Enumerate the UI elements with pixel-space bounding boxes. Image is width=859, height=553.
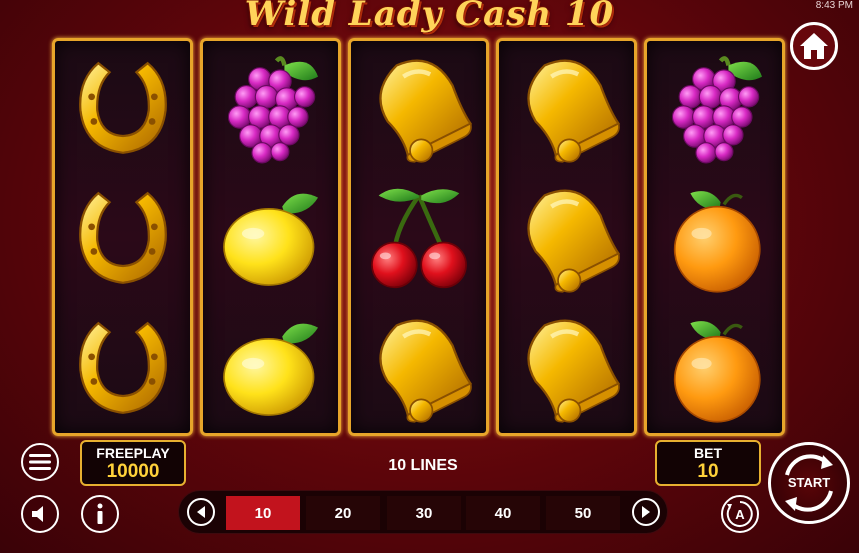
line-option-20[interactable]: 20 — [306, 496, 380, 530]
horseshoe-icon — [67, 312, 179, 424]
menu-button[interactable] — [21, 443, 59, 481]
lemon-icon — [215, 312, 327, 424]
info-icon — [97, 503, 103, 524]
reel-2 — [200, 38, 341, 436]
reel-cell — [647, 43, 782, 173]
chevron-left-icon — [197, 506, 205, 518]
speaker-icon — [32, 506, 43, 522]
reels-area — [52, 38, 785, 436]
reel-cell — [647, 303, 782, 433]
freeplay-label: FREEPLAY — [96, 445, 170, 461]
start-label: START — [787, 475, 831, 490]
chevron-right-icon — [642, 506, 650, 518]
reel-3 — [348, 38, 489, 436]
reel-cell — [351, 303, 486, 433]
home-icon — [800, 33, 828, 59]
bet-value: 10 — [697, 461, 719, 482]
prev-lines-button[interactable] — [187, 498, 215, 526]
menu-icon — [29, 454, 51, 470]
freeplay-value: 10000 — [106, 461, 160, 482]
svg-text:A: A — [735, 507, 745, 522]
control-bar: FREEPLAY 10000 10 LINES BET 10 10 20 30 … — [0, 436, 859, 553]
home-button[interactable] — [790, 22, 838, 70]
orange-icon — [659, 182, 771, 294]
reel-4 — [496, 38, 637, 436]
reel-1 — [52, 38, 193, 436]
lemon-icon — [215, 182, 327, 294]
horseshoe-icon — [67, 52, 179, 164]
start-button[interactable]: START — [768, 442, 850, 524]
bell-icon — [511, 182, 623, 294]
reel-cell — [499, 43, 634, 173]
horseshoe-icon — [67, 182, 179, 294]
bell-icon — [511, 52, 623, 164]
autoplay-button[interactable]: A — [721, 495, 759, 533]
reel-cell — [55, 173, 190, 303]
reel-cell — [499, 303, 634, 433]
reel-cell — [55, 303, 190, 433]
bell-icon — [511, 312, 623, 424]
line-option-30[interactable]: 30 — [387, 496, 461, 530]
next-lines-button[interactable] — [632, 498, 660, 526]
grapes-icon — [659, 52, 771, 164]
line-selector: 10 20 30 40 50 — [178, 490, 668, 534]
reel-cell — [55, 43, 190, 173]
orange-icon — [659, 312, 771, 424]
line-option-10[interactable]: 10 — [226, 496, 300, 530]
reel-cell — [351, 43, 486, 173]
reel-cell — [351, 173, 486, 303]
bell-icon — [363, 312, 475, 424]
sound-button[interactable] — [21, 495, 59, 533]
reel-cell — [647, 173, 782, 303]
info-button[interactable] — [81, 495, 119, 533]
reel-cell — [203, 173, 338, 303]
line-option-40[interactable]: 40 — [466, 496, 540, 530]
reel-cell — [499, 173, 634, 303]
reel-cell — [203, 43, 338, 173]
bell-icon — [363, 52, 475, 164]
line-option-50[interactable]: 50 — [546, 496, 620, 530]
freeplay-box: FREEPLAY 10000 — [80, 440, 186, 486]
reel-5 — [644, 38, 785, 436]
autoplay-icon: A — [726, 501, 753, 527]
lines-label: 10 LINES — [388, 457, 458, 474]
bet-box: BET 10 — [655, 440, 761, 486]
bet-label: BET — [694, 445, 722, 461]
grapes-icon — [215, 52, 327, 164]
reel-cell — [203, 303, 338, 433]
game-title: Wild Lady Cash 10 — [244, 0, 615, 34]
cherries-icon — [363, 182, 475, 294]
